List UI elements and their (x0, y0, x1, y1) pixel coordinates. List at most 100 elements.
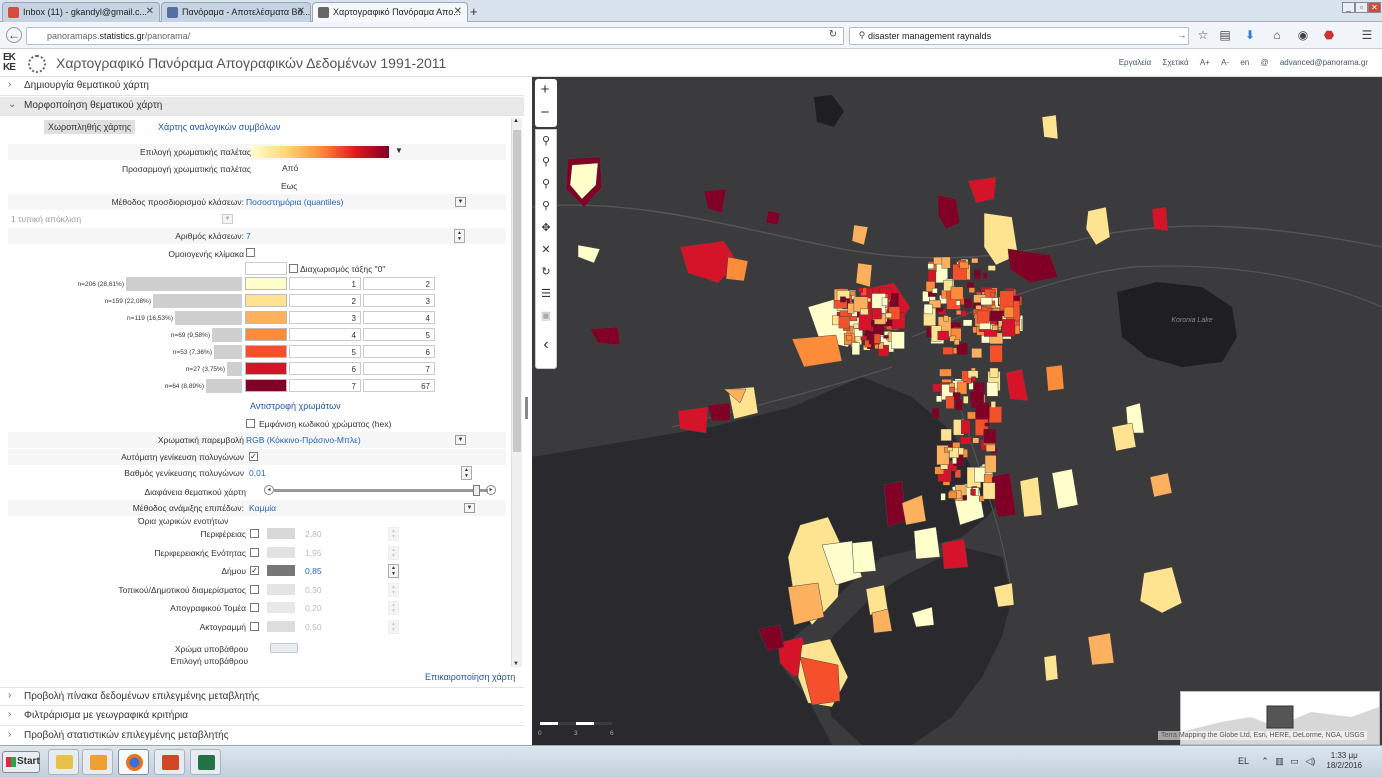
map-polygon[interactable] (765, 210, 781, 226)
urban-polygon[interactable] (939, 368, 952, 377)
dropdown-arrow-icon[interactable]: ▼ (455, 197, 466, 207)
urban-polygon[interactable] (990, 304, 996, 309)
map-polygon[interactable] (589, 326, 621, 346)
class-from-input[interactable]: 5 (289, 345, 361, 358)
browser-tab-map[interactable]: Χαρτογραφικό Πανόραμα Απο... ✕ (312, 2, 468, 22)
section-format-map[interactable]: ⌄ Μορφοποίηση θεματικού χάρτη (0, 97, 524, 116)
urban-polygon[interactable] (883, 335, 889, 339)
urban-polygon[interactable] (960, 436, 972, 445)
urban-polygon[interactable] (948, 443, 953, 448)
boundary-checkbox[interactable] (250, 584, 259, 594)
thematic-map[interactable]: Koronia Lake + − ⚲ ⚲ ⚲ ⚲ ✥ ✕ ↻ ☰ ▣ ‹ 0 3… (532, 77, 1382, 745)
color-interp-select[interactable]: RGB (Κόκκινο-Πράσινο-Μπλε) (246, 435, 361, 445)
section-statistics[interactable]: › Προβολή στατιστικών επιλεγμένης μεταβλ… (0, 727, 524, 745)
map-polygon[interactable] (707, 402, 731, 422)
map-polygon[interactable] (1019, 476, 1043, 518)
export-icon[interactable]: ▣ (536, 306, 556, 326)
font-decrease[interactable]: A- (1221, 58, 1229, 67)
new-tab-button[interactable]: + (470, 4, 478, 19)
class-from-input[interactable]: 4 (289, 328, 361, 341)
font-increase[interactable]: A+ (1200, 58, 1210, 67)
language-en[interactable]: en (1240, 58, 1249, 67)
urban-polygon[interactable] (983, 428, 997, 444)
explorer-app[interactable] (48, 749, 79, 775)
urban-polygon[interactable] (851, 342, 861, 355)
urban-polygon[interactable] (989, 344, 1003, 363)
minimize-button[interactable]: _ (1342, 2, 1355, 13)
urban-polygon[interactable] (962, 319, 973, 327)
urban-polygon[interactable] (987, 265, 996, 271)
measure-icon[interactable]: ⚲ (536, 196, 556, 216)
class-color-swatch[interactable] (245, 328, 287, 341)
map-polygon[interactable] (851, 540, 877, 574)
urban-polygon[interactable] (850, 290, 856, 296)
transparency-slider-handle[interactable] (473, 485, 480, 496)
urban-polygon[interactable] (860, 308, 869, 315)
urban-polygon[interactable] (972, 326, 978, 334)
urban-polygon[interactable] (943, 315, 949, 322)
class-color-swatch[interactable] (245, 277, 287, 290)
class-color-swatch[interactable] (245, 294, 287, 307)
home-icon[interactable]: ⌂ (1270, 28, 1284, 42)
urban-polygon[interactable] (1003, 306, 1015, 318)
map-polygon[interactable] (1045, 364, 1065, 392)
num-classes-input[interactable]: 7 (246, 231, 251, 241)
map-polygon[interactable] (577, 244, 601, 264)
dropdown-arrow-icon[interactable]: ▼ (464, 503, 475, 513)
generalize-degree-stepper[interactable]: ▲ ▼ (461, 466, 472, 480)
urban-polygon[interactable] (949, 387, 956, 393)
scroll-up-icon[interactable]: ▲ (513, 118, 519, 124)
urban-polygon[interactable] (982, 482, 996, 500)
dropdown-arrow-icon[interactable]: ▼ (455, 435, 466, 445)
start-button[interactable]: Start (2, 751, 40, 773)
urban-polygon[interactable] (872, 308, 882, 320)
urban-polygon[interactable] (873, 333, 881, 344)
map-polygon[interactable] (1051, 468, 1079, 510)
zoom-out-button[interactable]: − (535, 103, 555, 123)
map-polygon[interactable] (937, 194, 961, 230)
urban-polygon[interactable] (971, 258, 979, 264)
boundary-width-stepper[interactable]: ▲ ▼ (388, 564, 399, 579)
map-polygon[interactable] (703, 188, 727, 214)
urban-polygon[interactable] (952, 457, 957, 465)
class-to-input[interactable]: 67 (363, 379, 435, 392)
urban-polygon[interactable] (976, 310, 990, 324)
download-icon[interactable]: ⬇ (1243, 28, 1257, 42)
urban-polygon[interactable] (990, 401, 996, 408)
urban-polygon[interactable] (927, 270, 937, 283)
urban-polygon[interactable] (988, 406, 1003, 423)
map-polygon[interactable] (1043, 654, 1059, 682)
urban-polygon[interactable] (963, 298, 973, 308)
search-go-icon[interactable]: → (1175, 28, 1189, 42)
tab-proportional-symbols[interactable]: Χάρτης αναλογικών συμβόλων (154, 120, 284, 134)
map-polygon[interactable] (913, 526, 941, 560)
legend-list-icon[interactable]: ☰ (536, 284, 556, 304)
urban-polygon[interactable] (971, 348, 982, 358)
section-create-map[interactable]: › Δημιουργία θεματικού χάρτη (0, 77, 524, 96)
urban-polygon[interactable] (963, 395, 969, 404)
urban-polygon[interactable] (966, 282, 975, 288)
generalize-degree-input[interactable]: 0,01 (249, 468, 266, 478)
battery-icon[interactable]: ▭ (1290, 756, 1299, 766)
urban-polygon[interactable] (954, 339, 960, 346)
class-from-input[interactable]: 6 (289, 362, 361, 375)
boundary-checkbox[interactable] (250, 529, 259, 538)
language-indicator[interactable]: EL (1238, 756, 1249, 766)
boundary-color-swatch[interactable] (267, 621, 295, 632)
tray-arrow-icon[interactable]: ⌃ (1261, 756, 1269, 766)
boundary-color-swatch[interactable] (267, 528, 295, 539)
map-polygon[interactable] (677, 406, 709, 434)
boundary-width-input[interactable]: 0,30 (305, 585, 322, 595)
excel-app[interactable] (190, 749, 221, 775)
boundary-color-swatch[interactable] (267, 583, 295, 595)
urban-polygon[interactable] (846, 335, 853, 341)
palette-dropdown-icon[interactable]: ▼ (395, 146, 403, 155)
zoom-selection-icon[interactable]: ⚲ (536, 152, 556, 172)
urban-polygon[interactable] (980, 297, 993, 306)
urban-polygon[interactable] (992, 325, 998, 331)
slider-decrease-icon[interactable]: ◂ (264, 485, 274, 495)
close-tab-icon[interactable]: ✕ (146, 6, 154, 17)
class-from-input[interactable]: 7 (289, 379, 361, 392)
urban-polygon[interactable] (956, 310, 962, 315)
class-to-input[interactable]: 7 (363, 362, 435, 375)
